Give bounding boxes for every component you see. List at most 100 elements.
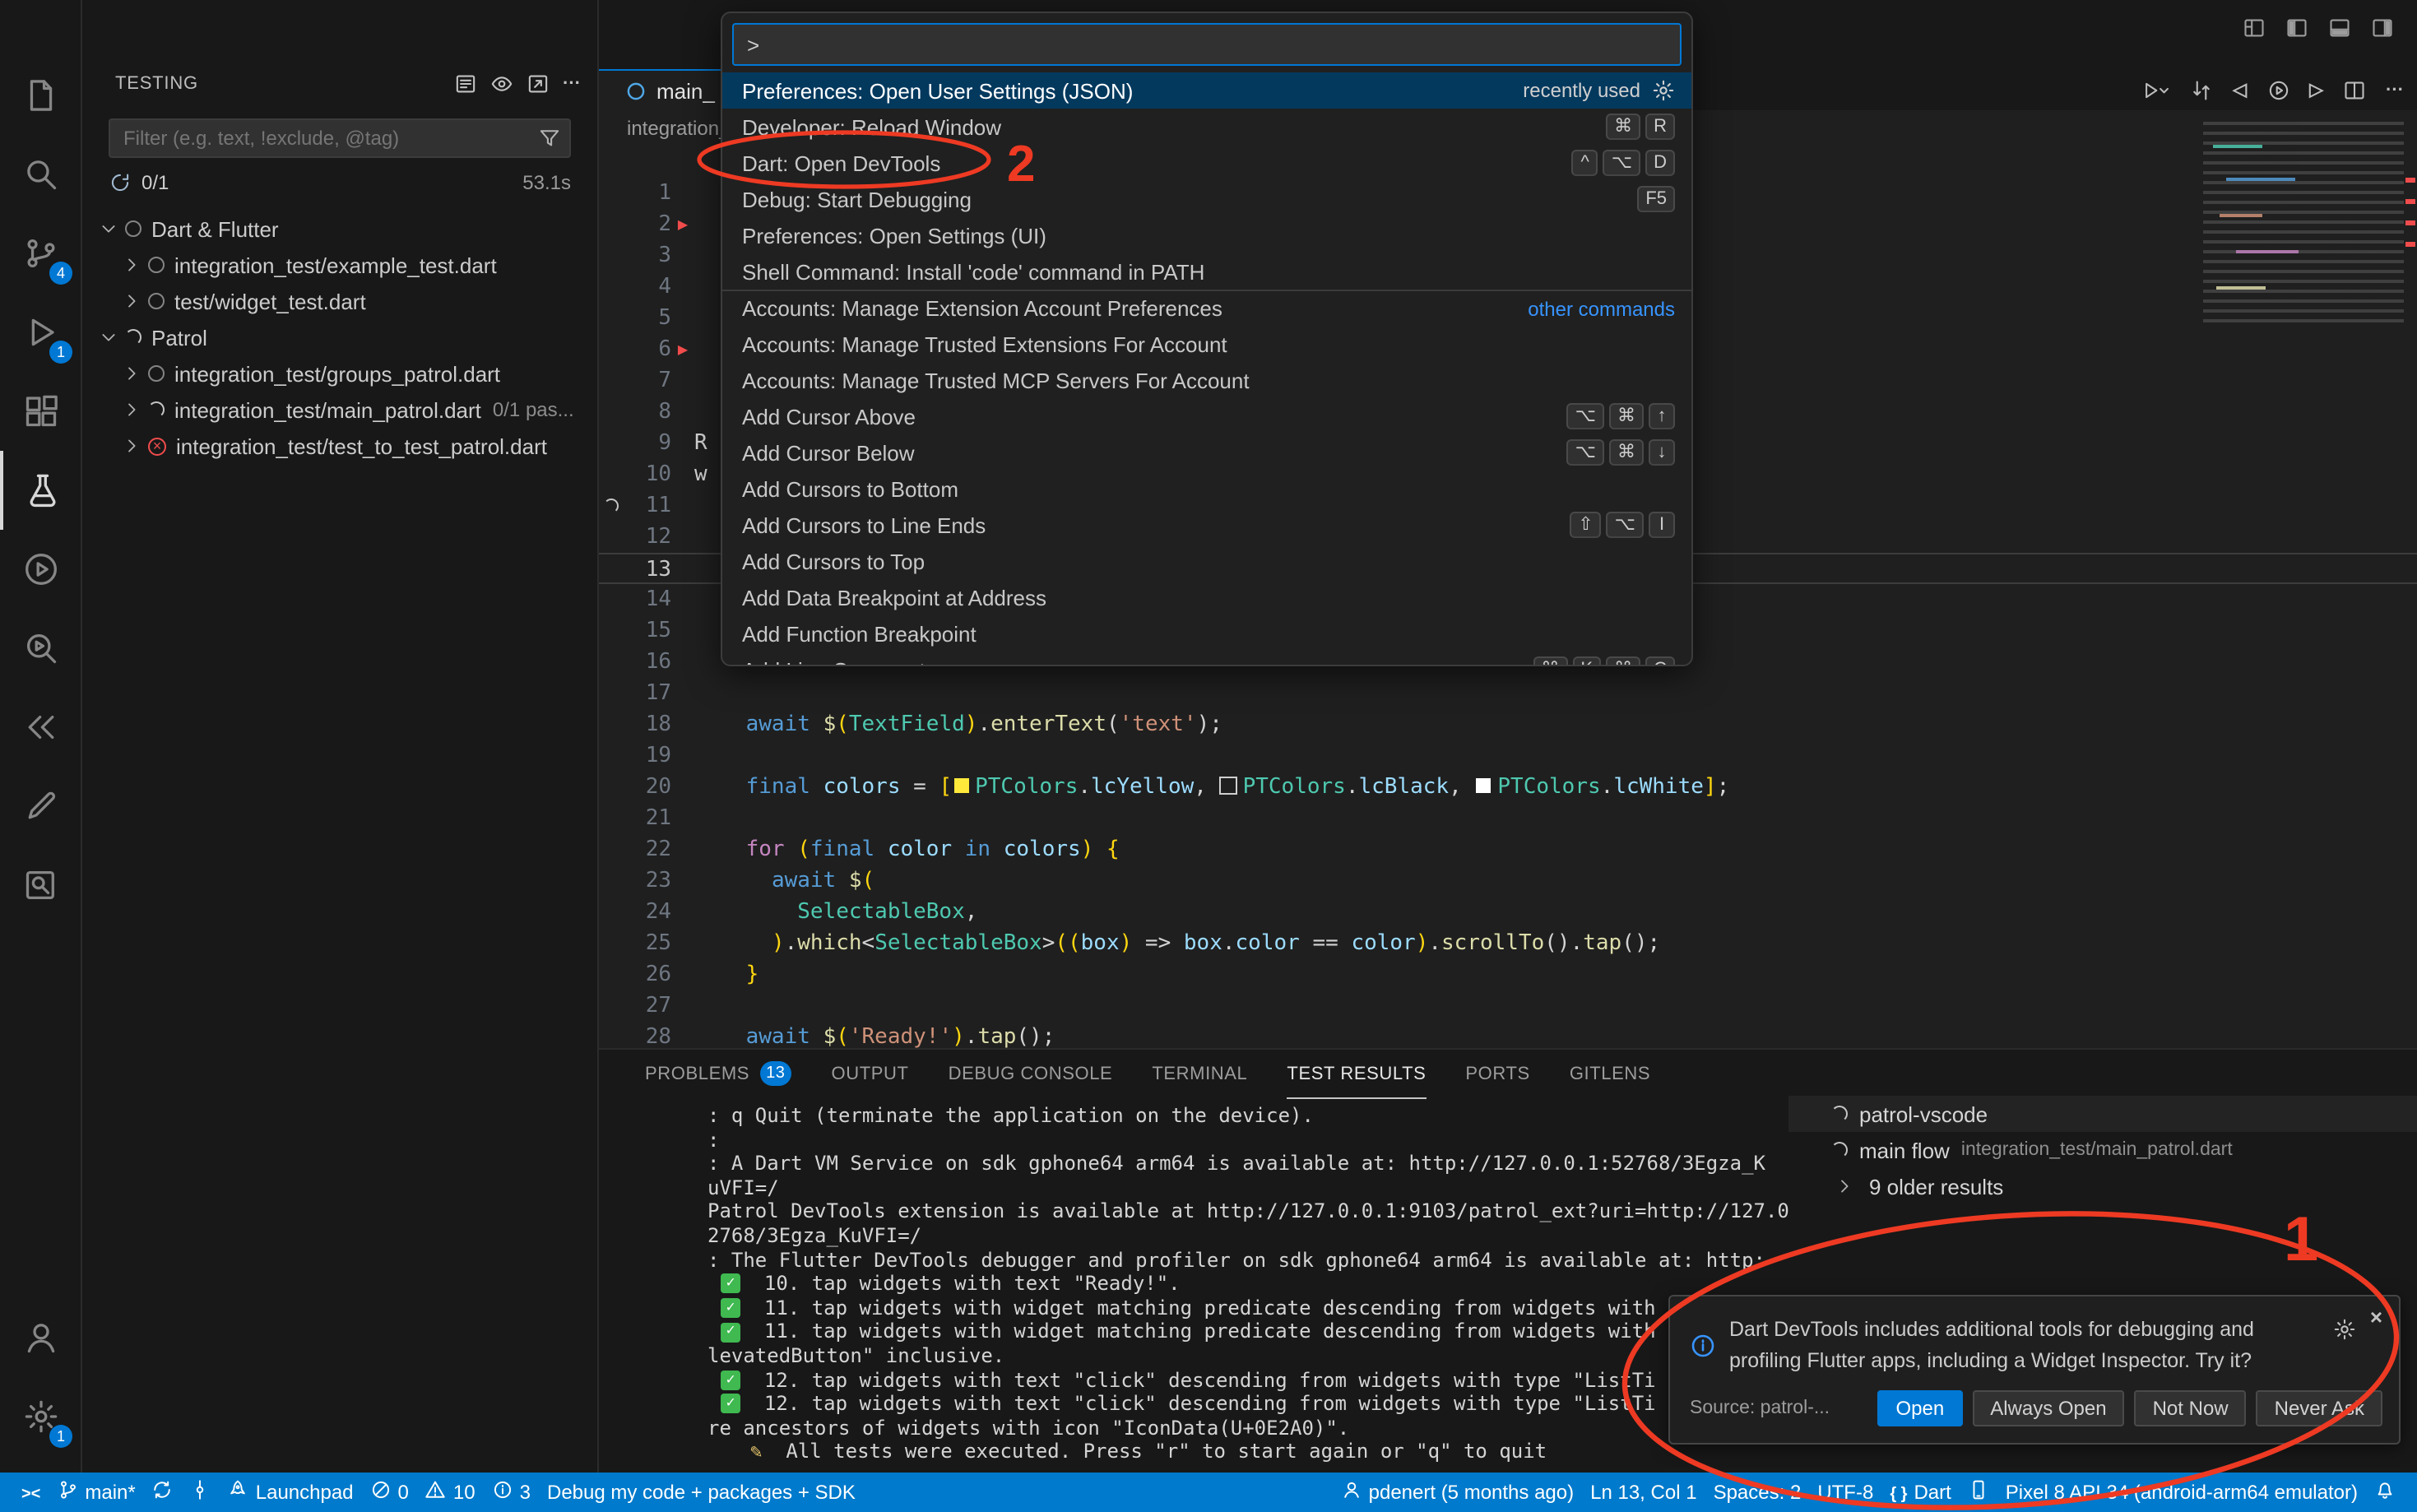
command-item-add-cursors-to-top[interactable]: Add Cursors to Top <box>722 543 1691 579</box>
notification-button-open[interactable]: Open <box>1877 1389 1962 1426</box>
line-number[interactable]: 1 <box>622 178 671 209</box>
line-number[interactable]: 4 <box>622 271 671 303</box>
command-item-add-line-comment[interactable]: Add Line Comment⌘K⌘C <box>722 652 1691 666</box>
result-item[interactable]: 9 older results <box>1788 1168 2417 1204</box>
code-line[interactable]: 17 <box>599 678 2417 709</box>
panel-tab-test-results[interactable]: TEST RESULTS <box>1287 1050 1426 1099</box>
configure-keybinding-icon[interactable] <box>1652 79 1675 102</box>
chevron-right-icon[interactable] <box>118 436 145 456</box>
line-number[interactable]: 11 <box>622 490 671 522</box>
code-line[interactable]: 23 await $( <box>599 865 2417 897</box>
code-line[interactable]: 22 for (final color in colors) { <box>599 834 2417 865</box>
test-tree-item[interactable]: Patrol <box>82 319 597 355</box>
command-item-shell-command-install-code-command-in-path[interactable]: Shell Command: Install 'code' command in… <box>722 253 1691 290</box>
code-line[interactable]: 28 await $('Ready!').tap(); <box>599 1022 2417 1053</box>
line-number[interactable]: 14 <box>622 584 671 615</box>
line-number[interactable]: 20 <box>622 772 671 803</box>
code-line[interactable]: 21 <box>599 803 2417 834</box>
open-as-editor-icon[interactable] <box>527 72 550 95</box>
status-sync[interactable] <box>144 1473 182 1512</box>
minimap[interactable] <box>2203 122 2404 326</box>
line-number[interactable]: 18 <box>622 709 671 740</box>
status-launchpad[interactable]: Launchpad <box>220 1473 362 1512</box>
status-notifications-bell[interactable] <box>2366 1473 2404 1512</box>
test-tree-item[interactable]: integration_test/example_test.dart <box>82 247 597 283</box>
panel-tab-output[interactable]: OUTPUT <box>832 1050 909 1099</box>
more-actions-icon[interactable]: ··· <box>563 72 581 95</box>
line-number[interactable]: 6 <box>622 334 671 365</box>
activity-explorer-icon[interactable] <box>0 56 81 135</box>
result-item[interactable]: main flowintegration_test/main_patrol.da… <box>1788 1132 2417 1168</box>
command-input[interactable] <box>732 23 1682 66</box>
run-test-icon[interactable] <box>2142 78 2170 101</box>
panel-tab-ports[interactable]: PORTS <box>1465 1050 1529 1099</box>
activity-run-view-icon[interactable] <box>0 530 81 609</box>
status-debug-mode[interactable]: Debug my code + packages + SDK <box>539 1473 864 1512</box>
status-encoding[interactable]: UTF-8 <box>1809 1473 1881 1512</box>
chevron-right-icon[interactable] <box>118 400 145 420</box>
activity-search-icon[interactable] <box>0 135 81 214</box>
command-item-add-data-breakpoint-at-address[interactable]: Add Data Breakpoint at Address <box>722 579 1691 615</box>
command-item-add-cursors-to-line-ends[interactable]: Add Cursors to Line Ends⇧⌥I <box>722 507 1691 543</box>
line-number[interactable]: 26 <box>622 959 671 990</box>
line-number[interactable]: 21 <box>622 803 671 834</box>
activity-settings-icon[interactable]: 1 <box>0 1377 81 1456</box>
chevron-down-icon[interactable] <box>95 219 122 239</box>
line-number[interactable]: 8 <box>622 397 671 428</box>
eye-icon[interactable] <box>490 72 513 95</box>
status-flutter-device[interactable]: Pixel 8 API 34 (android-arm64 emulator) <box>1997 1473 2366 1512</box>
command-item-preferences-open-settings-ui[interactable]: Preferences: Open Settings (UI) <box>722 217 1691 253</box>
toggle-sidebar-icon[interactable] <box>2285 16 2308 39</box>
activity-devtools-icon[interactable] <box>0 609 81 688</box>
command-item-add-cursor-below[interactable]: Add Cursor Below⌥⌘↓ <box>722 434 1691 471</box>
line-number[interactable]: 23 <box>622 865 671 897</box>
test-tree-item[interactable]: integration_test/main_patrol.dart0/1 pas… <box>82 392 597 428</box>
status-branch[interactable]: main* <box>49 1473 143 1512</box>
code-line[interactable]: 20 final colors = [PTColors.lcYellow, PT… <box>599 772 2417 803</box>
group-link[interactable]: other commands <box>1528 297 1675 320</box>
panel-tab-gitlens[interactable]: GITLENS <box>1570 1050 1650 1099</box>
activity-sessions-icon[interactable] <box>0 688 81 767</box>
line-number[interactable]: 15 <box>622 615 671 647</box>
status-errors[interactable]: 0 <box>362 1473 417 1512</box>
code-line[interactable]: 25 ).which<SelectableBox>((box) => box.c… <box>599 928 2417 959</box>
status-indentation[interactable]: Spaces: 2 <box>1705 1473 1810 1512</box>
failed-run-icon[interactable]: ▶ <box>671 334 694 365</box>
command-item-accounts-manage-trusted-extensions-for-account[interactable]: Accounts: Manage Trusted Extensions For … <box>722 326 1691 362</box>
line-number[interactable]: 16 <box>622 647 671 678</box>
status-warnings[interactable]: 10 <box>417 1473 484 1512</box>
status-graph[interactable] <box>182 1473 220 1512</box>
customize-layout-icon[interactable] <box>2243 16 2266 39</box>
panel-tab-debug-console[interactable]: DEBUG CONSOLE <box>949 1050 1113 1099</box>
run-all-tests-icon[interactable] <box>2266 78 2289 101</box>
split-editor-icon[interactable] <box>2343 78 2366 101</box>
chevron-right-icon[interactable] <box>118 364 145 383</box>
status-remote[interactable]: >< <box>13 1473 49 1512</box>
notification-settings-icon[interactable] <box>2334 1318 2357 1341</box>
activity-testing-icon[interactable] <box>0 451 81 530</box>
activity-edit-icon[interactable] <box>0 767 81 846</box>
chevron-right-icon[interactable] <box>118 291 145 311</box>
compare-changes-icon[interactable] <box>2190 78 2213 101</box>
command-item-add-cursor-above[interactable]: Add Cursor Above⌥⌘↑ <box>722 398 1691 434</box>
line-number[interactable]: 9 <box>622 428 671 459</box>
status-device[interactable] <box>1960 1473 1997 1512</box>
panel-tab-terminal[interactable]: TERMINAL <box>1152 1050 1247 1099</box>
activity-account-icon[interactable] <box>0 1298 81 1377</box>
line-number[interactable]: 17 <box>622 678 671 709</box>
code-line[interactable]: 19 <box>599 740 2417 772</box>
notification-button-not-now[interactable]: Not Now <box>2135 1389 2247 1426</box>
status-cursor-position[interactable]: Ln 13, Col 1 <box>1582 1473 1705 1512</box>
code-line[interactable]: 18 await $(TextField).enterText('text'); <box>599 709 2417 740</box>
failed-run-icon[interactable]: ▶ <box>671 209 694 240</box>
test-tree-item[interactable]: test/widget_test.dart <box>82 283 597 319</box>
test-output-icon[interactable] <box>454 72 477 95</box>
line-number[interactable]: 27 <box>622 990 671 1022</box>
command-item-preferences-open-user-settings-json[interactable]: Preferences: Open User Settings (JSON)re… <box>722 72 1691 109</box>
line-number[interactable]: 5 <box>622 303 671 334</box>
line-number[interactable]: 3 <box>622 240 671 271</box>
panel-tab-problems[interactable]: PROBLEMS13 <box>645 1050 792 1099</box>
command-item-accounts-manage-trusted-mcp-servers-for-account[interactable]: Accounts: Manage Trusted MCP Servers For… <box>722 362 1691 398</box>
command-item-dart-open-devtools[interactable]: Dart: Open DevTools^⌥D <box>722 145 1691 181</box>
status-infos[interactable]: 3 <box>484 1473 539 1512</box>
